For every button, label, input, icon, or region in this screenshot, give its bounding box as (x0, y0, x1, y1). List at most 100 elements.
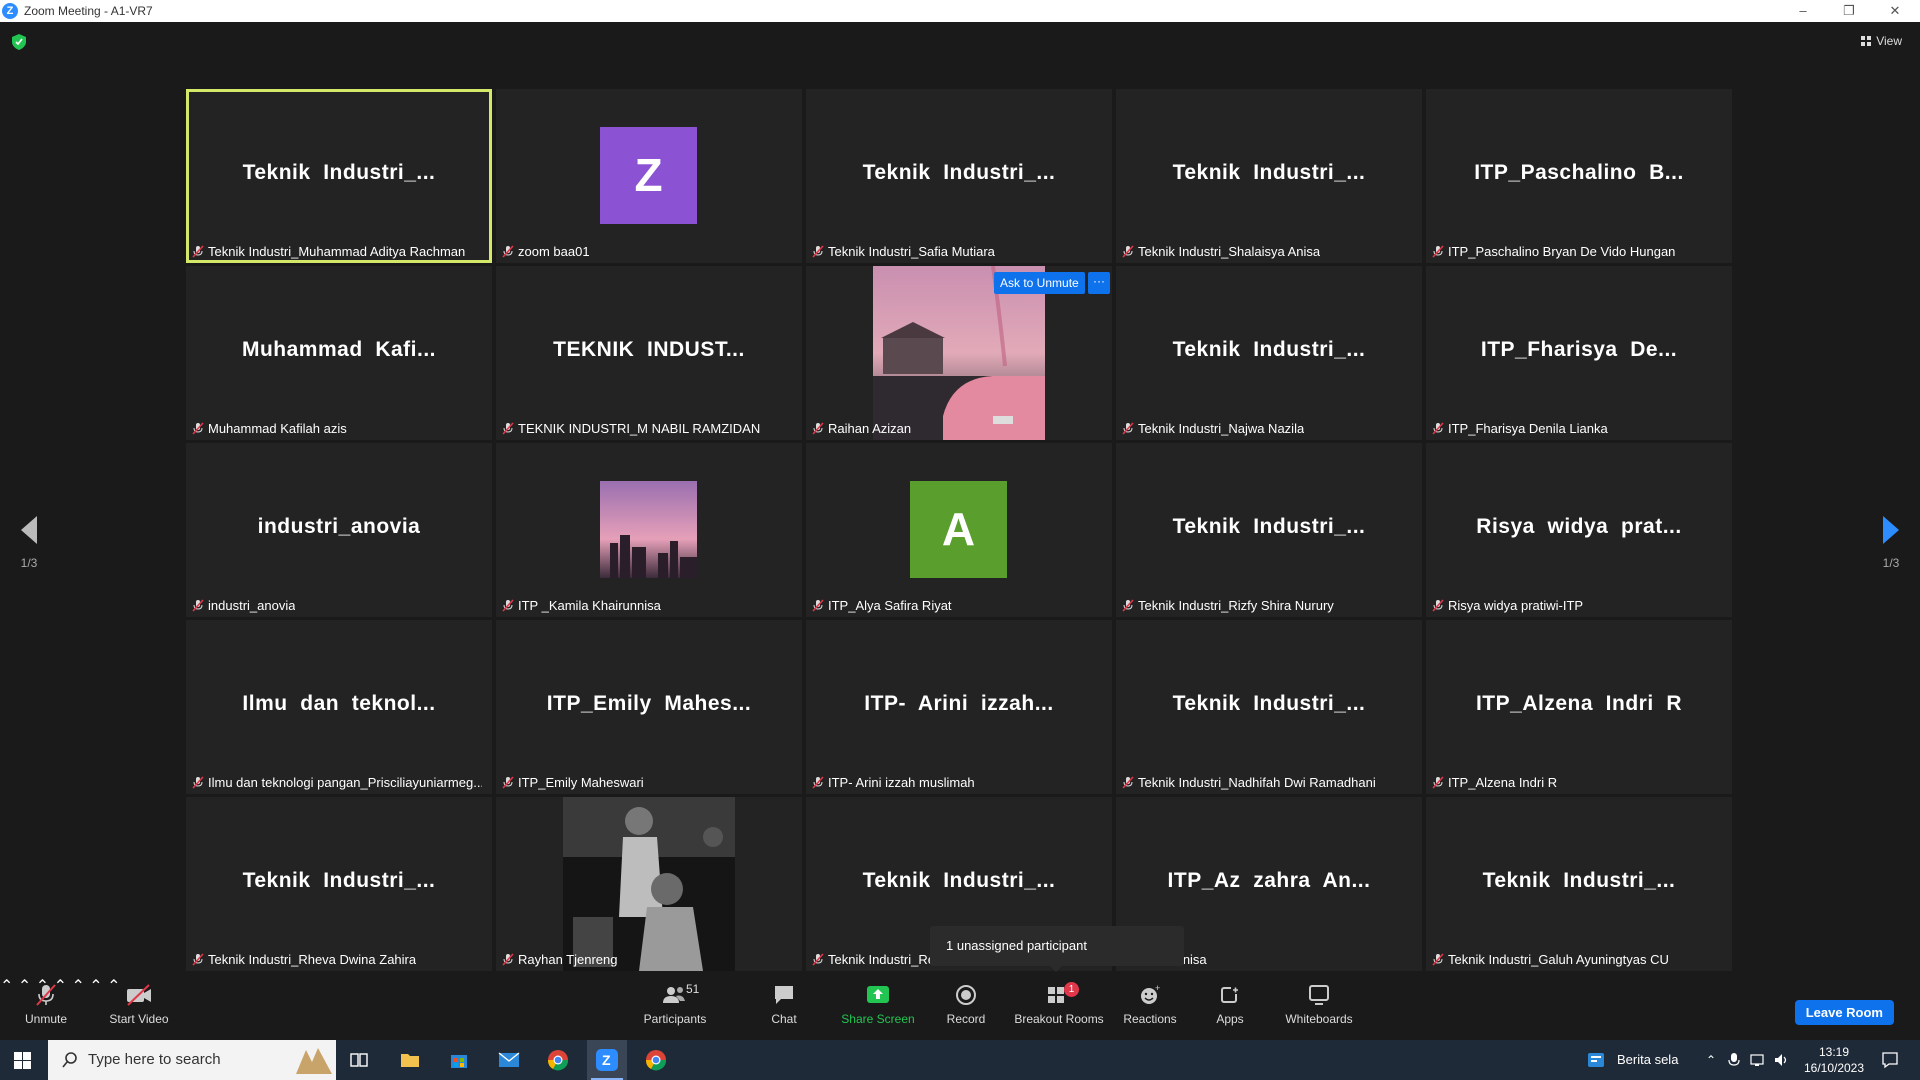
participant-tile[interactable]: ITP- Arini izzah... ITP- Arini izzah musl… (806, 620, 1112, 794)
participant-tile[interactable]: Teknik Industri_... Teknik Industri_Nadhi… (1116, 620, 1422, 794)
microsoft-store-icon[interactable] (449, 1050, 469, 1070)
chat-button[interactable]: Chat (764, 984, 804, 1026)
restore-button[interactable]: ❐ (1834, 2, 1864, 20)
participant-tile[interactable]: Risya widya prat... Risya widya pratiwi-I… (1426, 443, 1732, 617)
participant-tile[interactable]: Teknik Industri_... Teknik Industri_Galuh… (1426, 797, 1732, 971)
participant-name-display: Teknik Industri_... (242, 161, 436, 184)
participant-tile[interactable]: ITP_Alzena Indri R ITP_Alzena Indri R (1426, 620, 1732, 794)
participant-name-label: ITP_Paschalino Bryan De Vido Hungan (1432, 244, 1675, 259)
news-widget-label[interactable]: Berita sela (1617, 1040, 1678, 1080)
participant-name-label: Teknik Industri_Najwa Nazila (1122, 421, 1304, 436)
tile-more-options-button[interactable]: ··· (1088, 272, 1110, 294)
window-title: Zoom Meeting - A1-VR7 (24, 4, 153, 18)
participant-tile[interactable]: A ITP_Alya Safira Riyat (806, 443, 1112, 617)
zoom-logo-icon: Z (2, 3, 18, 19)
participant-name-label: ITP_Alzena Indri R (1432, 775, 1557, 790)
clock-time: 13:19 (1818, 1045, 1850, 1059)
tray-overflow-chevron-icon[interactable]: ⌃ (1706, 1040, 1716, 1080)
minimize-button[interactable]: – (1788, 2, 1818, 20)
windows-start-icon[interactable] (14, 1052, 31, 1069)
microphone-tray-icon[interactable] (1728, 1052, 1740, 1068)
participant-name-label: Teknik Industri_Rizfy Shira Nurury (1122, 598, 1334, 613)
breakout-rooms-button[interactable]: 1 Breakout Rooms (1012, 982, 1106, 1026)
muted-mic-icon (502, 245, 514, 258)
chrome-active-icon[interactable] (645, 1049, 667, 1071)
file-explorer-icon[interactable] (400, 1050, 420, 1070)
participant-tile[interactable]: Ilmu dan teknol... Ilmu dan teknologi pan… (186, 620, 492, 794)
encryption-shield-icon[interactable] (12, 34, 26, 50)
reactions-label: Reactions (1123, 1012, 1177, 1026)
news-widget-icon[interactable] (1587, 1052, 1605, 1068)
muted-mic-icon (812, 953, 824, 966)
reactions-button[interactable]: + Reactions (1120, 983, 1180, 1026)
start-video-label: Start Video (109, 1012, 169, 1026)
participant-name-label: Risya widya pratiwi-ITP (1432, 598, 1583, 613)
participant-tile[interactable]: TEKNIK INDUST... TEKNIK INDUSTRI_M NABIL … (496, 266, 802, 440)
participant-name-text: Ilmu dan teknologi pangan_Prisciliayunia… (208, 775, 482, 790)
muted-mic-icon (1432, 422, 1444, 435)
participants-icon: 51 (640, 982, 710, 1006)
apps-label: Apps (1216, 1012, 1244, 1026)
participant-name-display: Muhammad Kafi... (241, 338, 437, 361)
participant-name-text: TEKNIK INDUSTRI_M NABIL RAMZIDAN (518, 421, 761, 436)
participants-button[interactable]: 51 Participants (640, 982, 710, 1026)
notifications-icon[interactable] (1881, 1051, 1899, 1069)
whiteboard-icon (1282, 984, 1356, 1006)
participant-tile[interactable]: Teknik Industri_... Teknik Industri_Safia… (806, 89, 1112, 263)
participant-tile[interactable]: ITP_Emily Mahes... ITP_Emily Maheswari (496, 620, 802, 794)
muted-mic-icon (1432, 953, 1444, 966)
audio-options-chevron-icon[interactable]: ⌃ (0, 978, 13, 995)
participant-tile[interactable]: Zzoom baa01 (496, 89, 802, 263)
clock[interactable]: 13:19 16/10/2023 (1800, 1044, 1868, 1076)
participant-tile[interactable]: ITP _Kamila Khairunnisa (496, 443, 802, 617)
participant-tile[interactable]: Rayhan Tjenreng (496, 797, 802, 971)
participant-name-text: Teknik Industri_Re (828, 952, 935, 967)
breakout-badge: 1 (1064, 982, 1079, 997)
participant-name-display: Teknik Industri_... (862, 161, 1056, 184)
network-icon[interactable] (1750, 1052, 1766, 1068)
record-button[interactable]: Record (944, 984, 988, 1026)
muted-mic-icon (812, 422, 824, 435)
muted-mic-icon (502, 776, 514, 789)
previous-page-button[interactable]: 1/3 (14, 516, 44, 570)
muted-mic-icon (1122, 599, 1134, 612)
participant-tile[interactable]: Teknik Industri_... Teknik Industri_Najwa… (1116, 266, 1422, 440)
participant-name-display: ITP_Paschalino B... (1474, 161, 1684, 184)
participant-name-label: ITP _Kamila Khairunnisa (502, 598, 661, 613)
view-button[interactable]: View (1861, 34, 1902, 48)
unmute-button[interactable]: Unmute (18, 984, 74, 1026)
volume-icon[interactable] (1774, 1052, 1790, 1068)
page-indicator-right: 1/3 (1882, 556, 1900, 570)
participant-tile[interactable]: ITP_Fharisya De... ITP_Fharisya Denila Li… (1426, 266, 1732, 440)
arrow-right-icon (1883, 516, 1899, 544)
zoom-taskbar-button[interactable]: Z (587, 1040, 627, 1080)
leave-room-button[interactable]: Leave Room (1794, 1000, 1894, 1025)
participant-tile[interactable]: ITP_Paschalino B... ITP_Paschalino Bryan … (1426, 89, 1732, 263)
muted-mic-icon (192, 245, 204, 258)
ask-to-unmute-button[interactable]: Ask to Unmute (994, 272, 1085, 294)
chrome-icon[interactable] (547, 1049, 569, 1071)
participant-name-text: ITP_Alzena Indri R (1448, 775, 1558, 790)
share-screen-label: Share Screen (841, 1012, 915, 1026)
participant-tile[interactable]: Muhammad Kafi... Muhammad Kafilah azis (186, 266, 492, 440)
participant-tile[interactable]: industri_anovia industri_anovia (186, 443, 492, 617)
participant-name-text: Teknik Industri_Rizfy Shira Nurury (1138, 598, 1334, 613)
record-icon (944, 984, 988, 1006)
muted-mic-icon (502, 422, 514, 435)
participant-tile[interactable]: Teknik Industri_... Teknik Industri_Rheva… (186, 797, 492, 971)
start-video-button[interactable]: Start Video (104, 984, 174, 1026)
whiteboards-button[interactable]: Whiteboards (1282, 984, 1356, 1026)
close-button[interactable]: ✕ (1880, 2, 1910, 20)
taskbar-search-box[interactable]: Type here to search (48, 1040, 336, 1080)
next-page-button[interactable]: 1/3 (1876, 516, 1906, 570)
participant-tile[interactable]: Teknik Industri_... Teknik Industri_Muham… (186, 89, 492, 263)
participant-name-display: TEKNIK INDUST... (553, 338, 745, 361)
participant-tile[interactable]: Teknik Industri_... Teknik Industri_Rizfy… (1116, 443, 1422, 617)
participant-tile[interactable]: Teknik Industri_... Teknik Industri_Shala… (1116, 89, 1422, 263)
task-view-icon[interactable] (350, 1051, 368, 1069)
participant-avatar: Z (600, 127, 697, 224)
apps-button[interactable]: Apps (1210, 984, 1250, 1026)
apps-options-chevron-icon[interactable]: ⌃ (89, 978, 102, 995)
mail-icon[interactable] (498, 1051, 520, 1069)
share-screen-button[interactable]: Share Screen (838, 984, 918, 1026)
